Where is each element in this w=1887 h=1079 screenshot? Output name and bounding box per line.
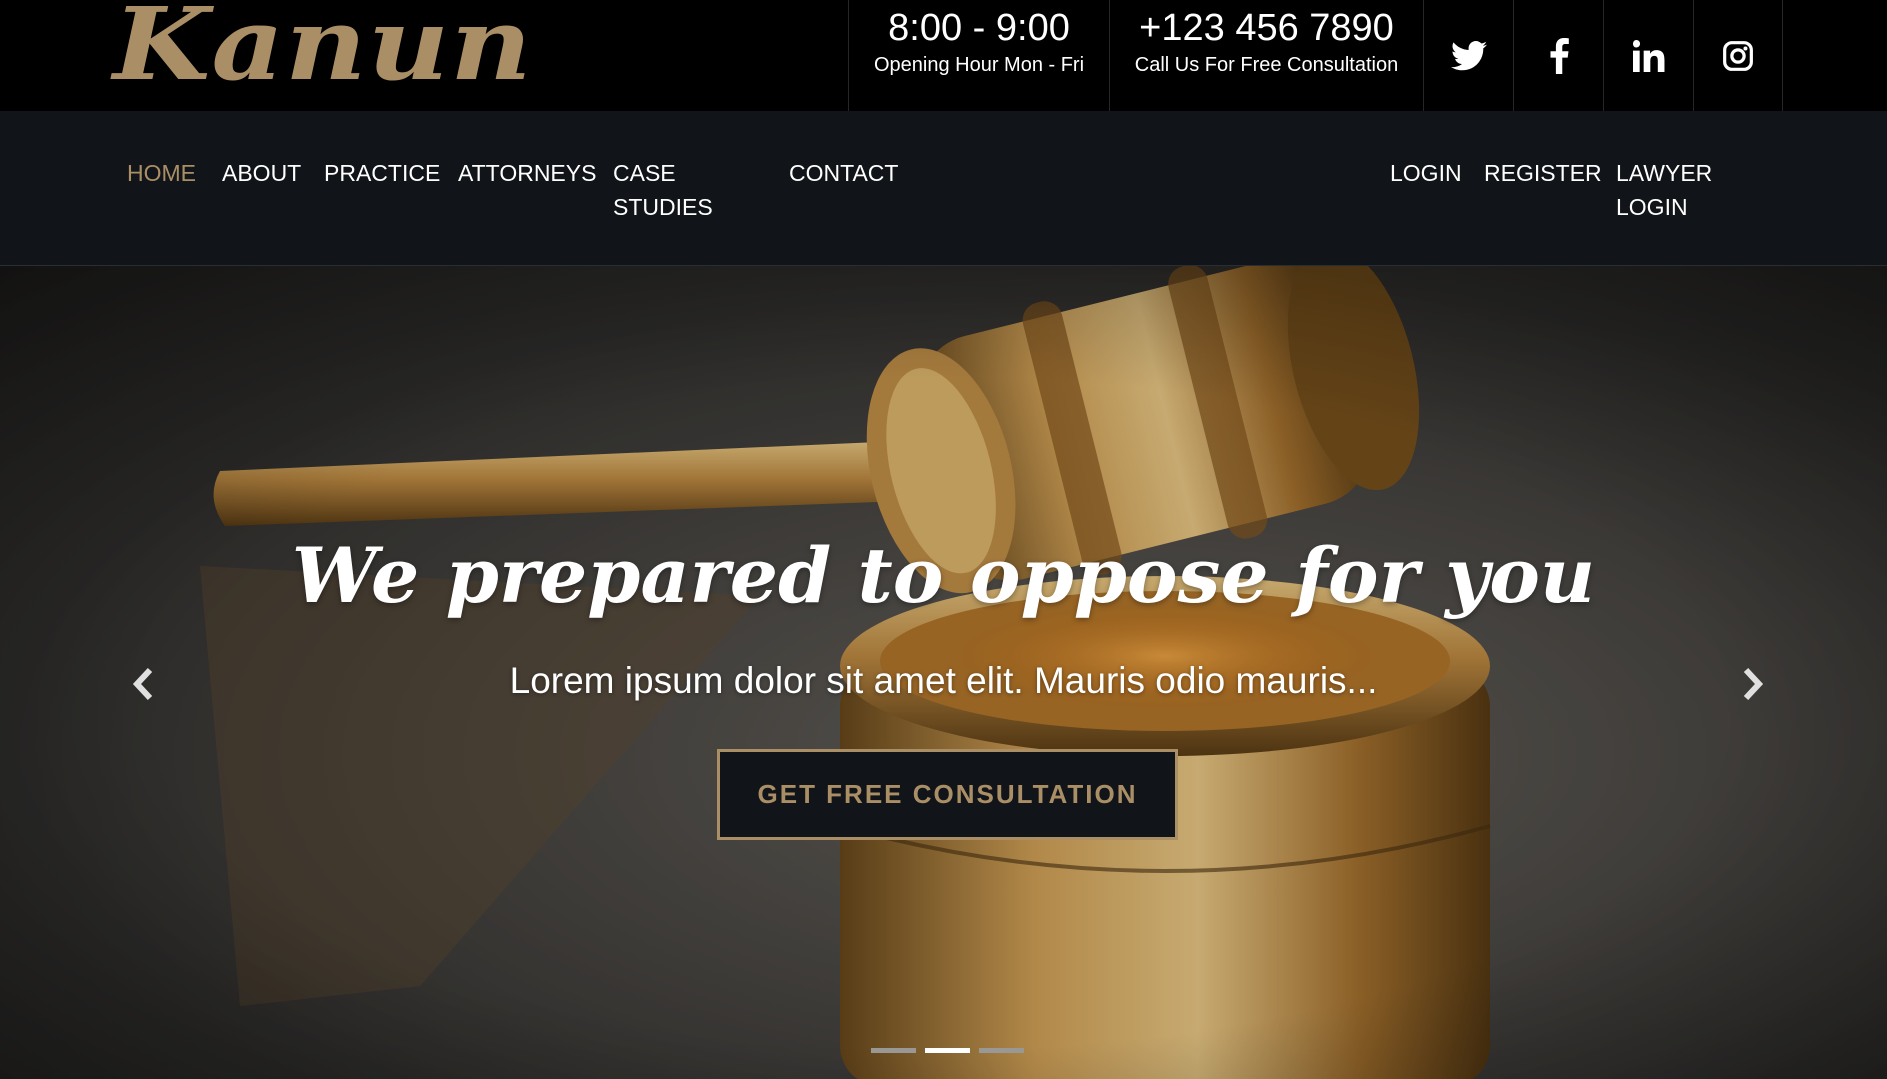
slider-indicator-3[interactable] bbox=[979, 1048, 1024, 1053]
opening-hours-caption: Opening Hour Mon - Fri bbox=[873, 54, 1085, 76]
logo[interactable]: Kanun bbox=[113, 0, 533, 94]
nav-item-case-studies[interactable]: CASE STUDIES bbox=[613, 156, 713, 224]
slider-indicator-2[interactable] bbox=[925, 1048, 970, 1053]
instagram-link[interactable] bbox=[1693, 0, 1783, 111]
get-free-consultation-button[interactable]: GET FREE CONSULTATION bbox=[717, 749, 1178, 840]
phone-contact[interactable]: +123 456 7890 Call Us For Free Consultat… bbox=[1109, 0, 1423, 111]
facebook-link[interactable] bbox=[1513, 0, 1603, 111]
nav-item-home[interactable]: HOME bbox=[127, 156, 196, 190]
phone-caption: Call Us For Free Consultation bbox=[1134, 54, 1399, 76]
hero-subtitle: Lorem ipsum dolor sit amet elit. Mauris … bbox=[509, 660, 1378, 701]
chevron-right-icon bbox=[1743, 667, 1764, 701]
instagram-icon bbox=[1723, 40, 1753, 71]
facebook-icon bbox=[1549, 37, 1569, 74]
nav-item-lawyer-login[interactable]: LAWYER LOGIN bbox=[1616, 156, 1726, 224]
twitter-link[interactable] bbox=[1423, 0, 1513, 111]
linkedin-icon bbox=[1632, 39, 1664, 72]
opening-hours-value: 8:00 - 9:00 bbox=[888, 7, 1070, 49]
nav-item-practice[interactable]: PRACTICE bbox=[324, 156, 440, 190]
hero-slider: We prepared to oppose for you Lorem ipsu… bbox=[0, 266, 1887, 1079]
nav-item-register[interactable]: REGISTER bbox=[1484, 156, 1602, 190]
nav-item-about[interactable]: ABOUT bbox=[222, 156, 301, 190]
phone-number[interactable]: +123 456 7890 bbox=[1110, 7, 1423, 49]
opening-hours: 8:00 - 9:00 Opening Hour Mon - Fri bbox=[848, 0, 1109, 111]
slider-prev-button[interactable] bbox=[123, 659, 163, 709]
nav-item-contact[interactable]: CONTACT bbox=[789, 156, 898, 190]
linkedin-link[interactable] bbox=[1603, 0, 1693, 111]
nav-item-attorneys[interactable]: ATTORNEYS bbox=[458, 156, 596, 190]
chevron-left-icon bbox=[132, 667, 153, 701]
slider-next-button[interactable] bbox=[1733, 659, 1773, 709]
nav-item-login[interactable]: LOGIN bbox=[1390, 156, 1462, 190]
top-bar: Kanun 8:00 - 9:00 Opening Hour Mon - Fri… bbox=[0, 0, 1887, 111]
hero-title: We prepared to oppose for you bbox=[291, 531, 1596, 620]
twitter-icon bbox=[1450, 40, 1487, 70]
main-navigation: HOME ABOUT PRACTICE ATTORNEYS CASE STUDI… bbox=[0, 111, 1887, 266]
slider-indicator-1[interactable] bbox=[871, 1048, 916, 1053]
